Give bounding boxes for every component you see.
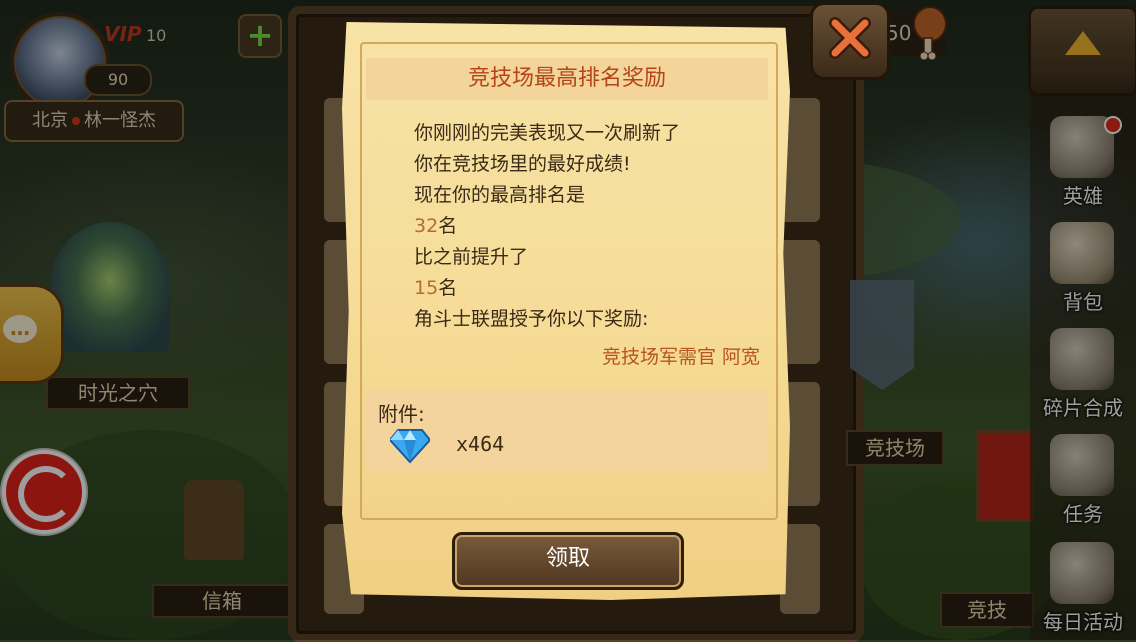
improvement-line: 15名: [414, 273, 744, 304]
close-icon: [829, 17, 871, 59]
claim-button[interactable]: 领取: [452, 532, 684, 590]
message-line: 现在你的最高排名是: [414, 184, 586, 206]
message-line: 比之前提升了: [414, 246, 529, 268]
close-button[interactable]: [810, 2, 890, 80]
message-line: 你在竞技场里的最好成绩!: [414, 153, 631, 175]
best-rank-number: 32: [414, 215, 439, 237]
attachment-quantity: x464: [456, 432, 505, 456]
diamond-icon: [390, 429, 430, 464]
reward-message: 你刚刚的完美表现又一次刷新了 你在竞技场里的最好成绩! 现在你的最高排名是 32…: [414, 118, 744, 335]
best-rank-line: 32名: [414, 211, 744, 242]
rank-unit: 名: [438, 215, 458, 237]
improved-number: 15: [414, 277, 439, 299]
rank-unit: 名: [438, 277, 458, 299]
message-line: 角斗士联盟授予你以下奖励:: [414, 308, 649, 330]
message-line: 你刚刚的完美表现又一次刷新了: [414, 122, 681, 144]
dialog-title: 竞技场最高排名奖励: [366, 58, 768, 100]
attachment-label: 附件:: [378, 402, 425, 426]
dialog-signature: 竞技场军需官 阿宽: [601, 346, 760, 368]
